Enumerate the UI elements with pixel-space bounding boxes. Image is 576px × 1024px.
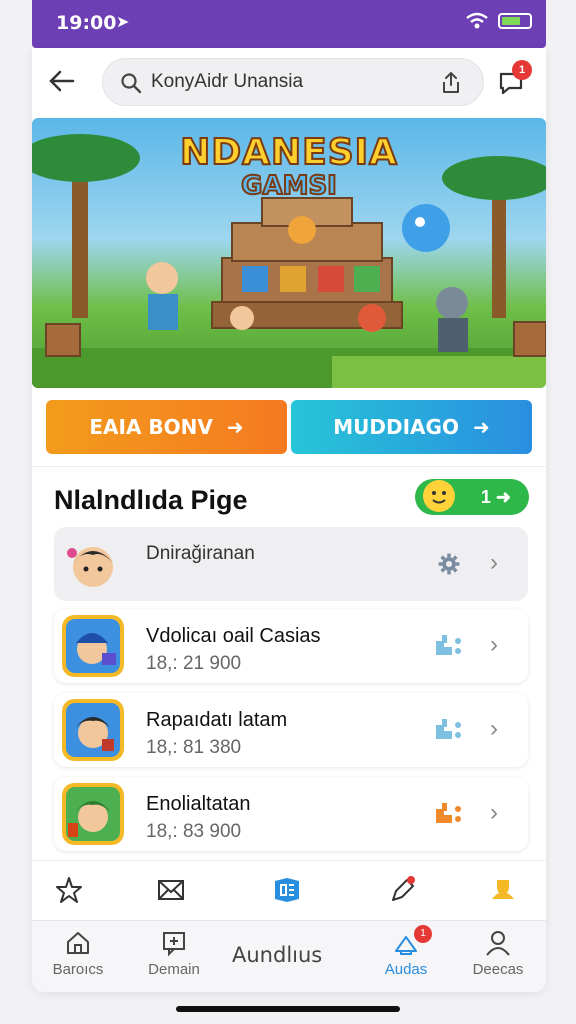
- chevron-right-icon[interactable]: ›: [490, 631, 498, 659]
- games-section: Nlalndlıda Pige 1 ➜ Dnirağiranan › Vdoli…: [32, 466, 546, 862]
- home-indicator[interactable]: [176, 1006, 400, 1012]
- status-bar: 19:00 ➤: [32, 0, 546, 48]
- list-item[interactable]: Rapaıdatı latam 18,: 81 380 ›: [54, 693, 528, 767]
- icon-bar: [32, 860, 546, 920]
- search-icon: [121, 73, 142, 94]
- section-badge-label: 1 ➜: [480, 486, 511, 507]
- list-item[interactable]: Enolialtatan 18,: 83 900 ›: [54, 777, 528, 851]
- tab-badge: 1: [414, 925, 432, 943]
- smiley-icon: [423, 480, 455, 512]
- wifi-icon: [466, 12, 488, 29]
- tab-label: Baroıcs: [52, 961, 104, 978]
- chevron-right-icon[interactable]: ›: [490, 715, 498, 743]
- arrow-left-icon: [49, 70, 75, 92]
- list-item-subtitle: 18,: 21 900: [146, 653, 242, 674]
- list-item[interactable]: Vdolicaı oail Casias 18,: 21 900 ›: [54, 609, 528, 683]
- chevron-right-icon[interactable]: ›: [490, 799, 498, 827]
- list-item-subtitle: 18,: 83 900: [146, 821, 242, 842]
- game-thumbnail: [62, 615, 124, 677]
- primary-cta-button[interactable]: EAIA BONV ➜: [46, 400, 287, 454]
- battery-icon: [498, 13, 532, 29]
- tab-label: Audas: [384, 961, 428, 978]
- banner-title: NDANESIA GAMSI: [32, 131, 546, 202]
- banner-title-line2: GAMSI: [240, 170, 338, 202]
- section-title: Nlalndlıda Pige: [54, 485, 248, 515]
- grid-icon[interactable]: [434, 717, 464, 743]
- profile-icon: [486, 931, 510, 956]
- grid-orange-icon[interactable]: [434, 801, 464, 827]
- app-card: 1: [32, 48, 546, 992]
- status-icons: [466, 12, 532, 30]
- list-item-title: Dnirağiranan: [146, 543, 255, 564]
- home-icon: [67, 932, 89, 954]
- list-item-title: Enolialtatan: [146, 793, 251, 815]
- banner-title-line1: NDANESIA: [179, 131, 398, 174]
- header: 1: [32, 48, 546, 114]
- game-thumbnail: [62, 783, 124, 845]
- primary-cta-label: EAIA BONV: [89, 415, 213, 439]
- mail-icon[interactable]: [156, 875, 186, 905]
- arrow-right-icon: ➜: [472, 415, 490, 439]
- gear-icon[interactable]: [434, 551, 464, 577]
- trophy-icon[interactable]: [488, 875, 518, 905]
- list-item-subtitle: 18,: 81 380: [146, 737, 242, 758]
- list-item-title: Vdolicaı oail Casias: [146, 625, 321, 647]
- list-item[interactable]: Dnirağiranan ›: [54, 527, 528, 601]
- search-box[interactable]: [102, 58, 484, 106]
- chevron-right-icon[interactable]: ›: [490, 549, 498, 577]
- star-icon[interactable]: [54, 875, 84, 905]
- pen-icon[interactable]: [388, 875, 418, 905]
- location-arrow-icon: ➤: [116, 14, 130, 31]
- tab-bar: Baroıcs Demain Aundlıus 1 Audas Deecas: [32, 920, 546, 992]
- secondary-cta-label: MUDDIAGO: [333, 415, 459, 439]
- tab-center-label[interactable]: Aundlıus: [232, 943, 322, 967]
- tab-chat[interactable]: Demain: [134, 929, 214, 978]
- game-banner[interactable]: NDANESIA GAMSI: [32, 118, 546, 388]
- back-button[interactable]: [46, 66, 78, 98]
- grid-icon[interactable]: [434, 633, 464, 659]
- game-thumbnail: [62, 699, 124, 761]
- notification-badge: 1: [512, 60, 532, 80]
- arrow-right-icon: ➜: [226, 415, 244, 439]
- tab-profile[interactable]: Deecas: [458, 929, 538, 978]
- status-time: 19:00: [56, 12, 117, 34]
- games-icon[interactable]: [272, 875, 302, 905]
- share-icon[interactable]: [439, 71, 463, 95]
- tab-alerts[interactable]: 1 Audas: [366, 925, 446, 978]
- section-badge-button[interactable]: 1 ➜: [415, 479, 529, 515]
- tab-home[interactable]: Baroıcs: [38, 929, 118, 978]
- avatar: [67, 547, 113, 587]
- search-input[interactable]: [151, 71, 411, 93]
- secondary-cta-button[interactable]: MUDDIAGO ➜: [291, 400, 532, 454]
- chat-icon: [163, 932, 185, 957]
- cta-row: EAIA BONV ➜ MUDDIAGO ➜: [46, 400, 532, 454]
- list-item-title: Rapaıdatı latam: [146, 709, 288, 731]
- tab-label: Demain: [148, 961, 200, 978]
- tab-label: Deecas: [472, 961, 524, 978]
